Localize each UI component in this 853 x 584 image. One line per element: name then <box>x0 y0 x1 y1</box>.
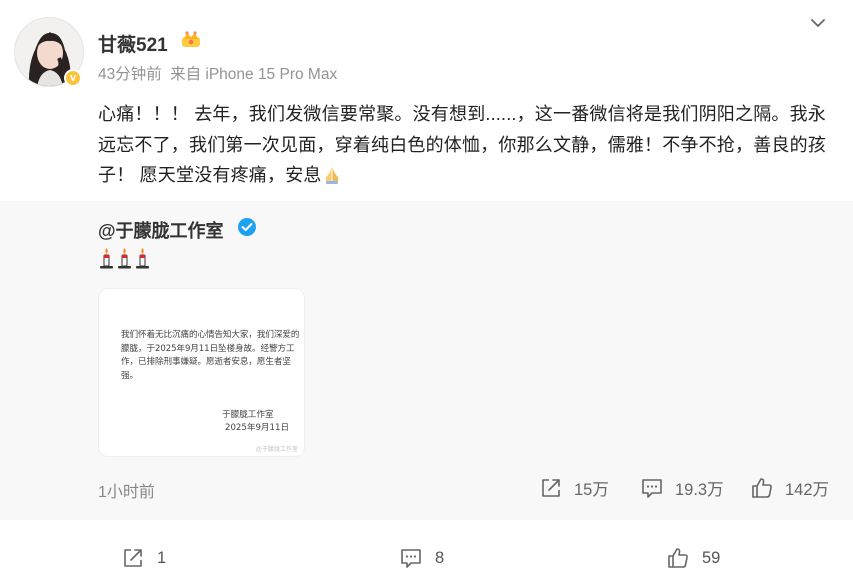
repost-share-button[interactable]: 15万 <box>539 475 609 501</box>
candle-icon <box>118 248 131 269</box>
post-content: 心痛！！！ 去年，我们发微信要常聚。没有想到......，这一番微信将是我们阴阳… <box>98 99 833 191</box>
notice-body-text: 我们怀着无比沉痛的心情告知大家，我们深爱的朦胧，于2025年9月11日坠楼身故。… <box>121 330 300 381</box>
notice-watermark: @于朦胧工作室 <box>255 447 298 453</box>
repost-icon <box>124 549 142 567</box>
chevron-down-icon[interactable] <box>810 16 826 30</box>
comment-icon <box>401 549 421 568</box>
candle-icon <box>136 248 149 269</box>
thumbs-up-icon <box>668 548 688 568</box>
like-button[interactable]: 59 <box>666 545 720 571</box>
blue-verified-icon <box>238 218 256 236</box>
repost-like-count: 142万 <box>785 481 830 499</box>
share-button[interactable]: 1 <box>121 545 166 571</box>
like-count: 59 <box>702 548 721 567</box>
notice-signature: 于朦胧工作室 <box>222 410 274 420</box>
notice-date: 2025年9月11日 <box>225 423 290 433</box>
crown-icon <box>182 31 200 47</box>
post-meta: 43分钟前 来自 iPhone 15 Pro Max <box>98 62 341 84</box>
orange-v-badge-icon: v <box>64 69 82 87</box>
author-avatar[interactable]: v <box>14 17 84 87</box>
post-source: 来自 iPhone 15 Pro Max <box>170 66 338 83</box>
repost-like-button[interactable]: 142万 <box>750 475 829 501</box>
share-count: 1 <box>157 548 167 567</box>
weibo-post: v 甘薇521 43分钟前 来自 iPhone 15 Pro Max 心痛！！！… <box>0 0 853 584</box>
author-name[interactable]: 甘薇521 <box>98 30 168 57</box>
candle-icon <box>100 248 113 269</box>
repost-author[interactable]: @于朦胧工作室 <box>98 217 224 243</box>
candle-emojis <box>98 247 152 273</box>
post-time[interactable]: 43分钟前 <box>98 66 162 83</box>
post-text: 心痛！！！ 去年，我们发微信要常聚。没有想到......，这一番微信将是我们阴阳… <box>98 104 827 185</box>
comment-button[interactable]: 8 <box>399 545 444 571</box>
repost-card[interactable]: @于朦胧工作室 我们怀着无比沉痛的心情告知大家，我们深爱的朦胧，于2025年9月… <box>0 201 853 520</box>
repost-comment-button[interactable]: 19.3万 <box>640 475 724 501</box>
repost-time[interactable]: 1小时前 <box>98 478 155 502</box>
comment-icon <box>642 479 662 498</box>
notice-image[interactable]: 我们怀着无比沉痛的心情告知大家，我们深爱的朦胧，于2025年9月11日坠楼身故。… <box>98 288 305 457</box>
repost-icon <box>542 479 560 497</box>
repost-comment-count: 19.3万 <box>675 481 724 499</box>
praying-hands-icon <box>325 167 338 184</box>
repost-share-count: 15万 <box>574 481 609 499</box>
comment-count: 8 <box>435 548 445 567</box>
thumbs-up-icon <box>752 478 772 498</box>
